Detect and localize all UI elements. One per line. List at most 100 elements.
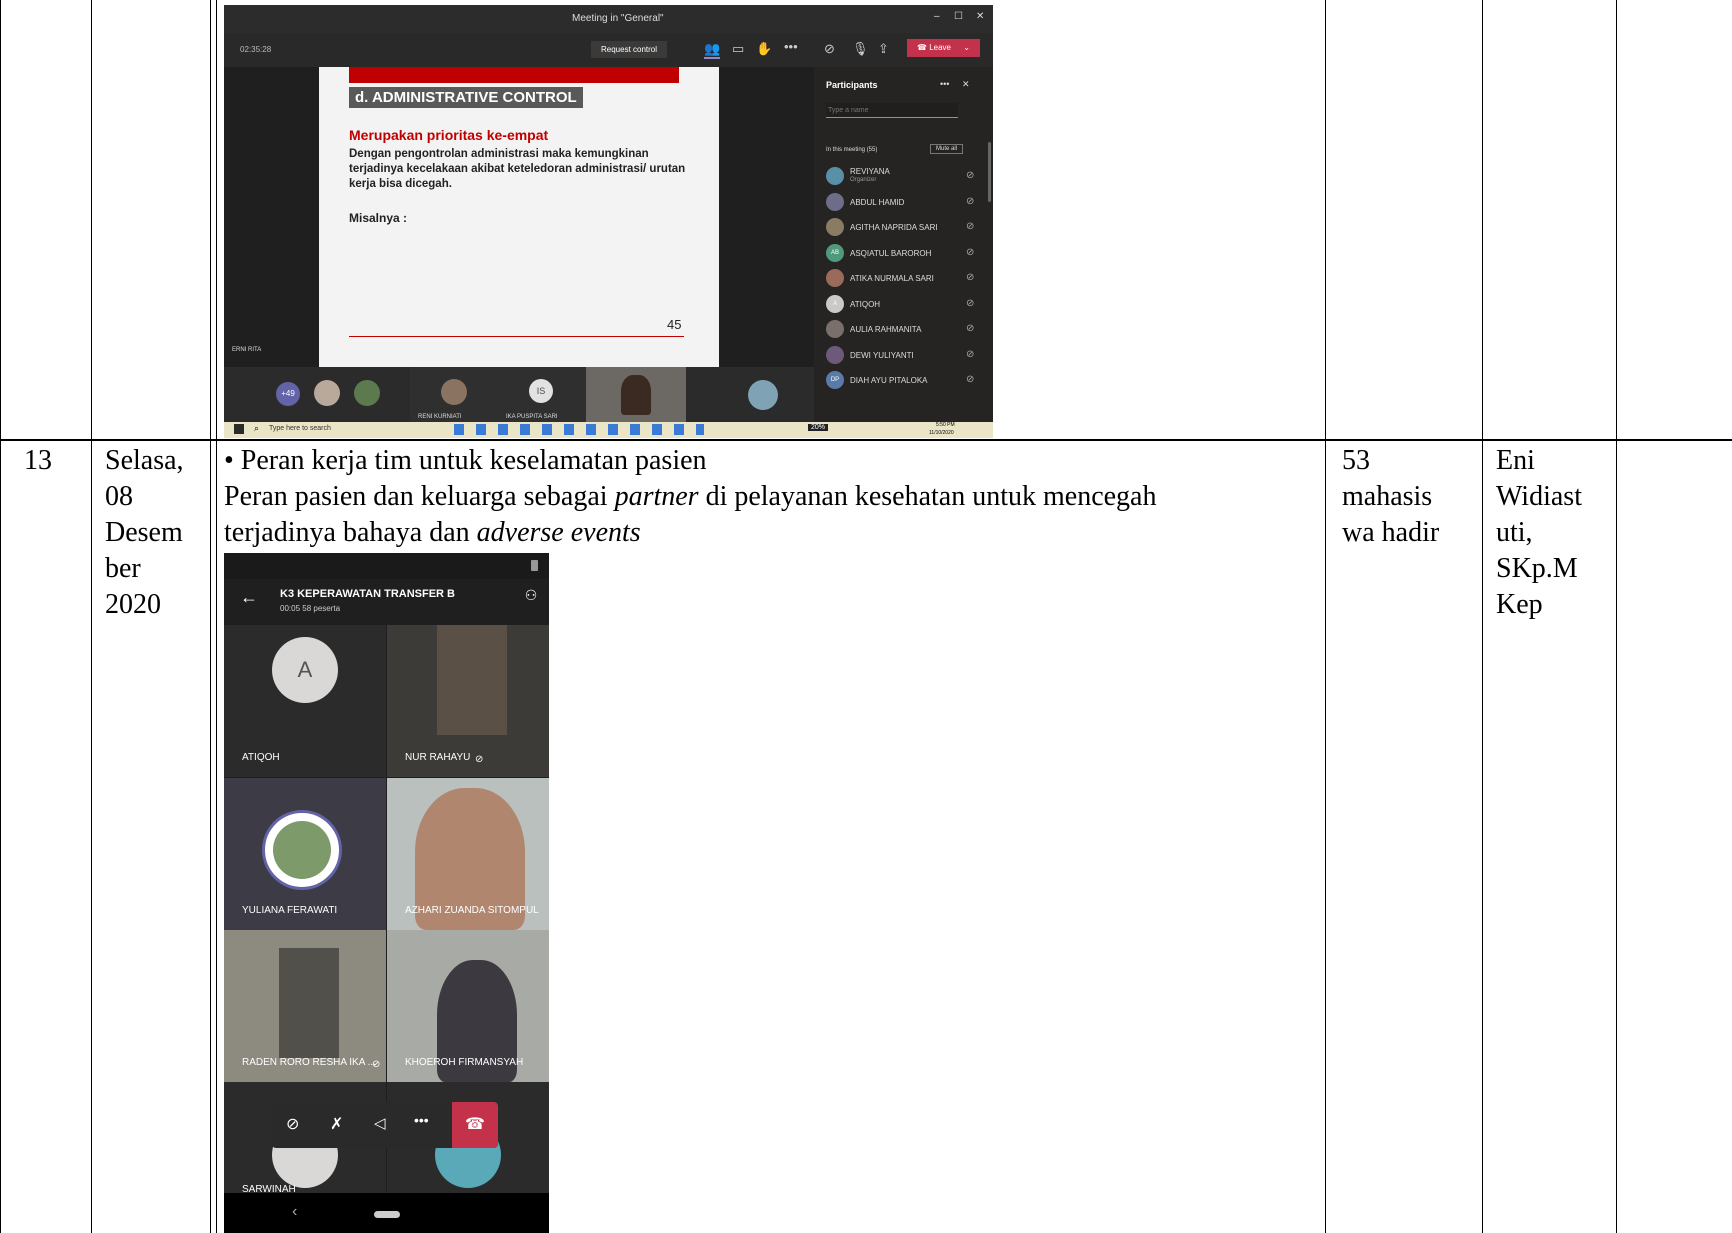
presenter-name: ERNI RITA	[232, 347, 262, 353]
more-options-icon[interactable]: •••	[784, 39, 798, 54]
participant-name: ASQIATUL BAROROH	[850, 248, 932, 258]
mic-off-icon[interactable]: 🎙	[852, 41, 869, 57]
row-number: 13	[24, 445, 52, 476]
lecturer-line: Eni	[1496, 445, 1535, 476]
table-border-col2	[210, 0, 211, 1233]
avatar	[826, 320, 844, 338]
table-border-col6	[1616, 0, 1617, 1233]
mic-off-icon: ⊘	[966, 323, 975, 334]
slide-subheading: Merupakan prioritas ke-empat	[349, 127, 549, 143]
participant-row[interactable]: AGITHA NAPRIDA SARI ⊘	[826, 218, 986, 240]
mobile-header: ← K3 KEPERAWATAN TRANSFER B 00:05 58 pes…	[224, 579, 549, 625]
mic-off-icon: ⊘	[966, 221, 975, 232]
avatar	[262, 810, 342, 890]
attendance-line: 53	[1342, 445, 1370, 476]
close-icon[interactable]: ✕	[976, 11, 984, 22]
avatar: A	[826, 294, 844, 313]
participants-title: Participants	[826, 80, 878, 90]
webcam-scene	[279, 948, 339, 1058]
meeting-timer: 02:35:28	[240, 45, 272, 54]
teams-mobile-screenshot: ← K3 KEPERAWATAN TRANSFER B 00:05 58 pes…	[224, 553, 549, 1233]
participant-name: DIAH AYU PITALOKA	[850, 376, 928, 385]
avatar: IS	[529, 379, 553, 403]
panel-scrollbar[interactable]	[988, 142, 991, 202]
table-row-separator	[0, 439, 1732, 441]
participant-name: DEWI YULIYANTI	[850, 350, 914, 360]
avatar	[748, 380, 778, 410]
camera-off-icon[interactable]: ⊘	[824, 41, 835, 57]
participant-row[interactable]: DEWI YULIYANTI ⊘	[826, 345, 986, 368]
search-icon[interactable]: ⌕	[254, 423, 259, 434]
participants-icon[interactable]: 👥	[704, 41, 721, 59]
row-date-line: 08	[105, 481, 133, 512]
mic-off-icon: ⊘	[966, 374, 975, 385]
avatar	[826, 167, 844, 185]
row-attendance: 53 mahasis wa hadir	[1342, 443, 1439, 551]
video-tile: KHOEROH FIRMANSYAH	[387, 930, 549, 1082]
call-controls: ⊘ ✗ ◁ ••• ☎	[272, 1102, 498, 1148]
mic-off-icon: ⊘	[475, 754, 484, 765]
video-tile: A ATIQOH	[224, 625, 386, 777]
more-options-icon[interactable]: •••	[414, 1112, 429, 1128]
taskbar-search[interactable]: Type here to search	[269, 425, 331, 432]
participant-row[interactable]: ATIKA NURMALA SARI ⊘	[826, 269, 986, 291]
avatar	[441, 379, 467, 405]
video-tile: YULIANA FERAWATI	[224, 778, 386, 930]
participant-name: ATIKA NURMALA SARI	[850, 274, 934, 283]
topic-text: di pelayanan kesehatan untuk mencegah	[698, 481, 1157, 512]
add-people-icon[interactable]: ⚇	[520, 587, 542, 611]
panel-more-icon[interactable]: •••	[940, 79, 949, 89]
video-tile: RADEN RORO RESHA IKA ... ⊘	[224, 930, 386, 1082]
participant-name: AGITHA NAPRIDA SARI	[850, 223, 938, 232]
attendance-line: wa hadir	[1342, 517, 1440, 548]
topic-emphasis: adverse events	[476, 517, 641, 548]
mic-off-icon: ⊘	[966, 297, 975, 309]
participant-row[interactable]: REVIYANA Organizer ⊘	[826, 167, 986, 189]
participant-row[interactable]: AB ASQIATUL BAROROH ⊘	[826, 243, 986, 266]
participant-name: ATIQOH	[850, 299, 881, 309]
mic-off-icon[interactable]: ✗	[330, 1114, 343, 1134]
slide-page-number: 45	[667, 317, 682, 332]
mic-off-icon: ⊘	[966, 272, 975, 283]
webcam-scene	[437, 625, 507, 735]
camera-off-icon[interactable]: ⊘	[286, 1114, 299, 1134]
taskbar-app-icons[interactable]	[454, 424, 704, 435]
profile-photo	[273, 821, 331, 879]
more-participants-badge[interactable]: +49	[276, 382, 300, 406]
in-meeting-count: In this meeting (55)	[826, 147, 878, 153]
avatar: A	[272, 637, 338, 703]
topic-text: terjadinya bahaya dan	[224, 517, 477, 548]
mobile-status-bar	[224, 553, 549, 579]
avatar	[826, 192, 844, 211]
video-tile-name: YULIANA FERAWATI	[242, 905, 338, 916]
mute-all-button[interactable]: Mute all	[930, 144, 964, 154]
request-control-button[interactable]: Request control	[591, 41, 668, 58]
leave-button[interactable]: ☎ Leave ⌄	[907, 39, 980, 57]
maximize-icon[interactable]: ☐	[954, 11, 963, 22]
video-tile-name: IKA PUSPITA SARI	[506, 414, 558, 420]
chat-icon[interactable]: ▭	[732, 41, 744, 57]
table-border-col5	[1482, 0, 1483, 1233]
hang-up-button[interactable]: ☎	[452, 1102, 498, 1148]
topic-line: Peran pasien dan keluarga sebagai partne…	[224, 479, 1324, 515]
windows-start-icon[interactable]	[234, 424, 244, 434]
minimize-icon[interactable]: –	[934, 11, 940, 22]
row-day-date: Selasa, 08 Desem ber 2020	[105, 443, 184, 623]
share-screen-icon[interactable]: ⇪	[878, 41, 889, 57]
participant-row[interactable]: A ATIQOH ⊘	[826, 294, 986, 317]
participant-name: ABDUL HAMID	[850, 197, 905, 207]
participant-search-input[interactable]	[826, 103, 958, 118]
nav-back-icon[interactable]: ‹	[292, 1203, 297, 1221]
speaker-icon[interactable]: ◁	[374, 1114, 386, 1132]
nav-home-pill[interactable]	[374, 1211, 400, 1218]
participant-row[interactable]: ABDUL HAMID ⊘	[826, 192, 986, 215]
topic-emphasis: partner	[614, 481, 699, 512]
raise-hand-icon[interactable]: ✋	[756, 41, 772, 57]
battery-icon	[531, 560, 538, 571]
participant-row[interactable]: AULIA RAHMANITA ⊘	[826, 320, 986, 342]
participant-row[interactable]: DP DIAH AYU PITALOKA ⊘	[826, 371, 986, 393]
avatar	[826, 269, 844, 287]
video-tile-camera	[586, 367, 686, 422]
back-arrow-icon[interactable]: ←	[240, 587, 258, 608]
panel-close-icon[interactable]: ✕	[962, 79, 970, 90]
